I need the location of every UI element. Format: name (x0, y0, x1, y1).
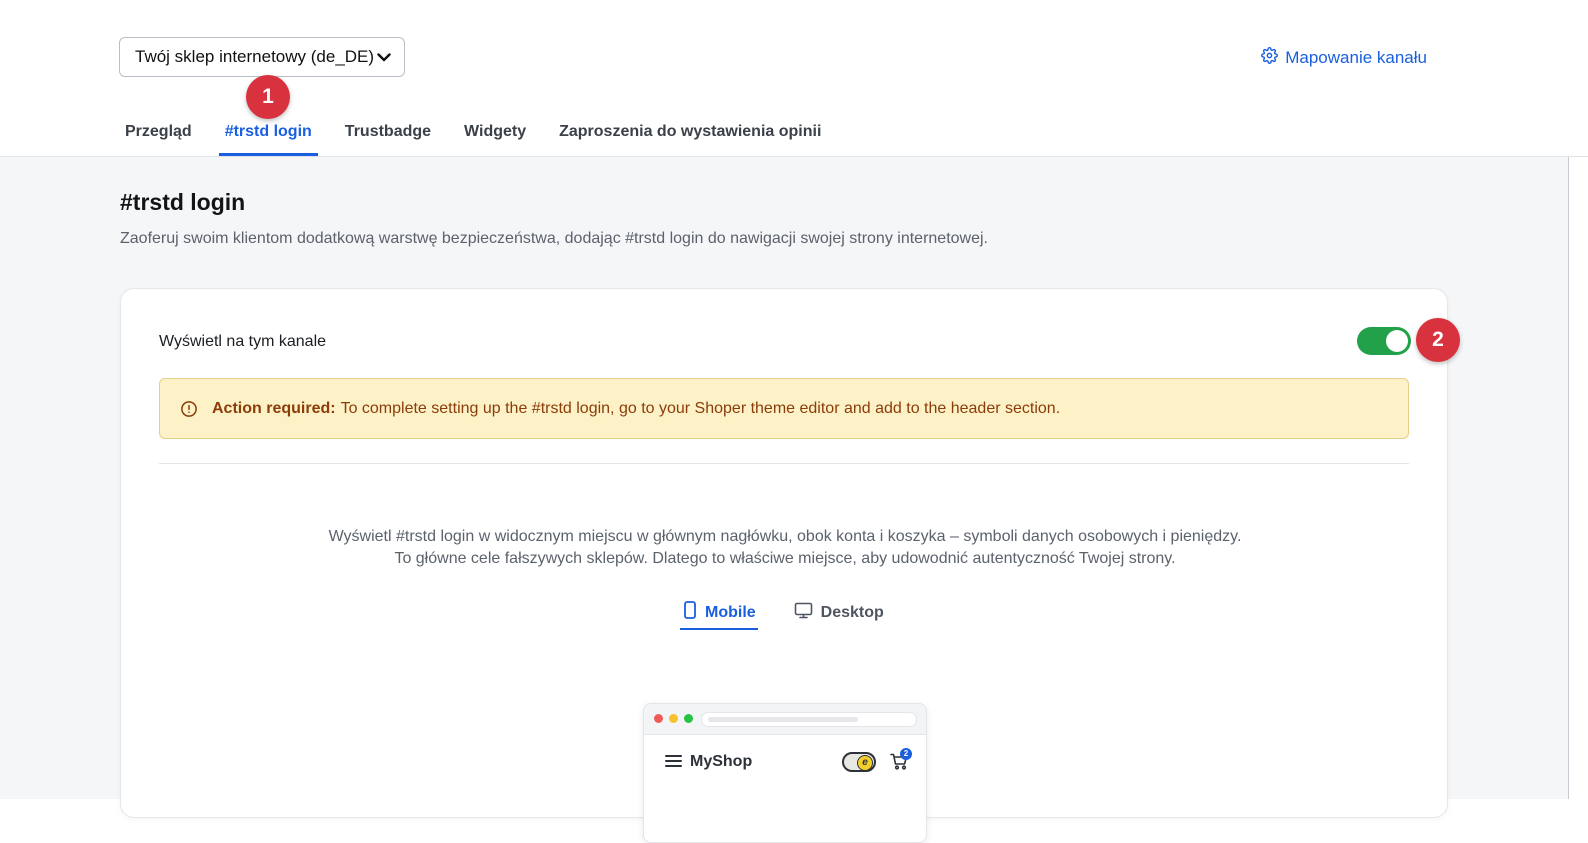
address-bar (701, 712, 917, 727)
shop-header-preview: MyShop e 2 (644, 735, 926, 791)
tab-review-invitations[interactable]: Zaproszenia do wystawienia opinii (553, 111, 827, 155)
trstd-login-toggle-preview: e (842, 752, 876, 772)
page-description: Zaoferuj swoim klientom dodatkową warstw… (120, 230, 988, 247)
trstd-login-card: Wyświetl na tym kanale Action required: … (120, 288, 1448, 843)
placement-help-text: Wyświetl #trstd login w widocznym miejsc… (328, 528, 1242, 567)
annotation-marker-2: 2 (1416, 318, 1460, 362)
hamburger-menu-icon (665, 754, 682, 773)
browser-chrome (644, 704, 926, 735)
display-on-channel-label: Wyświetl na tym kanale (159, 333, 327, 350)
alert-message: To complete setting up the #trstd login,… (340, 399, 1061, 417)
display-on-channel-toggle[interactable] (1357, 327, 1411, 355)
tab-desktop-label: Desktop (820, 603, 884, 621)
channel-mapping-link[interactable]: Mapowanie kanału (1261, 47, 1427, 69)
tab-overview[interactable]: Przegląd (119, 111, 198, 155)
page-title: #trstd login (120, 189, 246, 215)
tab-desktop[interactable]: Desktop (791, 595, 886, 630)
cart-count-badge: 2 (900, 748, 912, 760)
channel-select[interactable]: Twój sklep internetowy (de_DE) (119, 37, 405, 77)
alert-circle-icon (180, 400, 198, 418)
shop-name: MyShop (690, 753, 753, 770)
tab-trustbadge[interactable]: Trustbadge (339, 111, 437, 155)
trustedshops-coin-icon: e (857, 755, 873, 771)
channel-select-value: Twój sklep internetowy (de_DE) (135, 47, 375, 66)
tab-widgets[interactable]: Widgety (458, 111, 532, 155)
gear-icon (1261, 47, 1279, 69)
monitor-icon (794, 602, 813, 624)
alert-title: Action required: (212, 399, 336, 417)
window-close-dot (654, 714, 663, 723)
annotation-marker-1: 1 (246, 75, 290, 119)
tab-mobile-label: Mobile (705, 603, 756, 621)
toggle-knob (1386, 330, 1408, 352)
smartphone-icon (683, 601, 697, 624)
window-minimize-dot (669, 714, 678, 723)
mobile-preview: MyShop e 2 (643, 703, 927, 843)
action-required-alert: Action required: To complete setting up … (159, 378, 1409, 439)
window-maximize-dot (684, 714, 693, 723)
chevron-down-icon (376, 49, 392, 65)
channel-mapping-label: Mapowanie kanału (1285, 48, 1427, 67)
top-header: Twój sklep internetowy (de_DE) Mapowanie… (0, 0, 1588, 157)
tab-mobile[interactable]: Mobile (680, 595, 758, 630)
divider (159, 463, 1409, 464)
device-tabs: Mobile Desktop (680, 595, 886, 630)
main-tabs: Przegląd #trstd login Trustbadge Widgety… (119, 111, 848, 157)
